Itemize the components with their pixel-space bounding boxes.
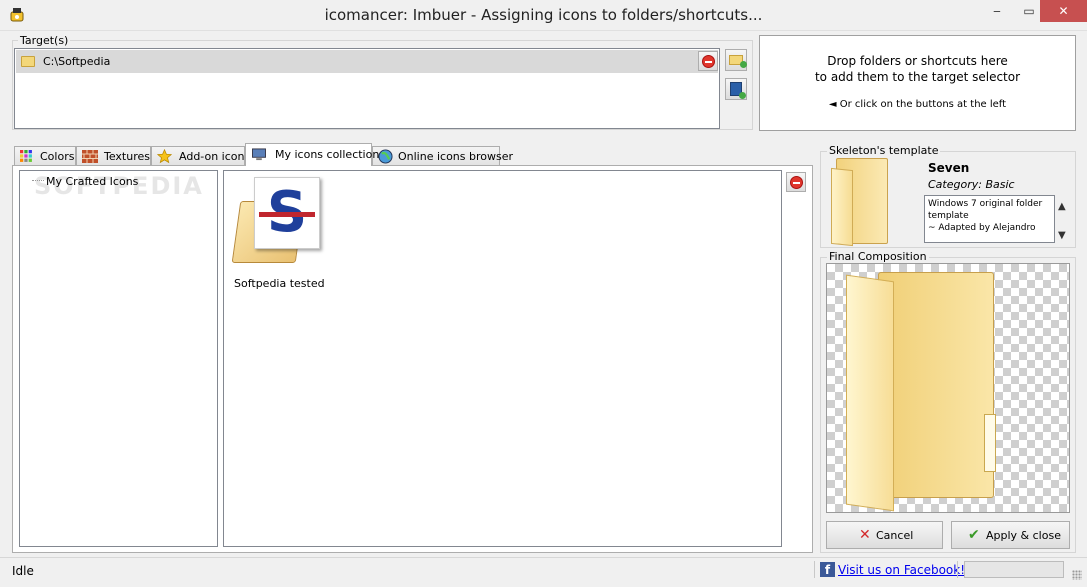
scroll-up-icon[interactable]: ▲ bbox=[1058, 201, 1066, 212]
status-bar: Idle f Visit us on Facebook! bbox=[0, 557, 1087, 587]
tab-label: Add-on icons bbox=[179, 150, 251, 163]
icon-tile-label: Softpedia tested bbox=[234, 277, 325, 290]
add-shortcut-icon bbox=[730, 82, 746, 99]
remove-target-button[interactable] bbox=[698, 51, 718, 71]
skeleton-description: Windows 7 original folder template ~ Ada… bbox=[924, 195, 1055, 243]
tree-connector bbox=[32, 180, 44, 181]
facebook-link[interactable]: Visit us on Facebook! bbox=[838, 563, 965, 577]
drop-zone[interactable]: Drop folders or shortcuts here to add th… bbox=[759, 35, 1076, 131]
window-title: icomancer: Imbuer - Assigning icons to f… bbox=[324, 6, 763, 24]
tab-label: Colors bbox=[40, 150, 75, 163]
globe-icon bbox=[378, 149, 393, 164]
apply-close-button[interactable]: ✔ Apply & close bbox=[951, 521, 1070, 549]
remove-icon bbox=[790, 176, 803, 189]
status-text: Idle bbox=[12, 564, 34, 578]
star-icon bbox=[157, 149, 172, 164]
composition-folder-icon bbox=[878, 272, 994, 498]
close-window-button[interactable]: ✕ bbox=[1040, 0, 1087, 22]
target-path: C:\Softpedia bbox=[43, 55, 111, 68]
tab-my-icons-collection[interactable]: My icons collection bbox=[245, 143, 379, 166]
composition-folder-front bbox=[846, 274, 894, 512]
drop-zone-hint: ◄ Or click on the buttons at the left bbox=[828, 99, 1007, 110]
color-grid-icon bbox=[20, 150, 32, 162]
add-folder-button[interactable] bbox=[725, 49, 747, 71]
status-separator bbox=[814, 561, 815, 578]
folder-icon bbox=[21, 56, 35, 67]
tree-item-my-crafted-icons[interactable]: My Crafted Icons bbox=[46, 175, 138, 188]
add-folder-icon bbox=[729, 55, 747, 68]
target-group-label: Target(s) bbox=[18, 34, 71, 47]
add-shortcut-button[interactable] bbox=[725, 78, 747, 100]
checkmark-green-icon: ✔ bbox=[968, 527, 980, 543]
collection-tree[interactable]: SOFTPEDIA My Crafted Icons bbox=[19, 170, 218, 547]
apply-button-label: Apply & close bbox=[986, 529, 1061, 542]
skeleton-group-label: Skeleton's template bbox=[827, 144, 941, 157]
tab-online-icons-browser[interactable]: Online icons browser bbox=[372, 146, 513, 165]
minimize-button[interactable]: ‒ bbox=[980, 0, 1014, 22]
tab-add-on-icons[interactable]: Add-on icons bbox=[151, 146, 250, 165]
skeleton-folder-preview[interactable] bbox=[836, 158, 888, 244]
target-list[interactable]: C:\Softpedia bbox=[14, 48, 720, 129]
tab-panel-my-icons: SOFTPEDIA My Crafted Icons S Softpedia t… bbox=[12, 165, 813, 553]
icons-grid[interactable]: S Softpedia tested bbox=[223, 170, 782, 547]
remove-icon-button[interactable] bbox=[786, 172, 806, 192]
cancel-button[interactable]: ✕ Cancel bbox=[826, 521, 943, 549]
tab-textures[interactable]: Textures bbox=[76, 146, 151, 165]
facebook-icon[interactable]: f bbox=[820, 562, 835, 577]
drop-zone-instructions: Drop folders or shortcuts here to add th… bbox=[814, 54, 1021, 84]
tab-label: Online icons browser bbox=[398, 150, 514, 163]
skeleton-name: Seven bbox=[928, 161, 970, 175]
composition-folder-tab bbox=[984, 414, 996, 472]
remove-icon bbox=[702, 55, 715, 68]
skeleton-category: Category: Basic bbox=[928, 178, 1015, 191]
status-separator bbox=[957, 561, 958, 578]
x-red-icon: ✕ bbox=[859, 527, 871, 543]
softpedia-logo-icon: S bbox=[254, 177, 320, 249]
tab-colors[interactable]: Colors bbox=[14, 146, 76, 165]
tab-label: Textures bbox=[104, 150, 150, 163]
scroll-down-icon[interactable]: ▼ bbox=[1058, 230, 1066, 241]
final-composition-label: Final Composition bbox=[827, 250, 929, 263]
target-row[interactable]: C:\Softpedia bbox=[16, 50, 718, 73]
resize-grip-icon[interactable] bbox=[1072, 570, 1082, 580]
cancel-button-label: Cancel bbox=[876, 529, 914, 542]
monitor-icon bbox=[252, 148, 266, 161]
icon-tile[interactable]: S Softpedia tested bbox=[231, 177, 325, 290]
progress-bar bbox=[964, 561, 1064, 578]
title-bar: icomancer: Imbuer - Assigning icons to f… bbox=[0, 0, 1087, 31]
brick-icon bbox=[82, 150, 98, 163]
tab-label: My icons collection bbox=[275, 148, 380, 161]
